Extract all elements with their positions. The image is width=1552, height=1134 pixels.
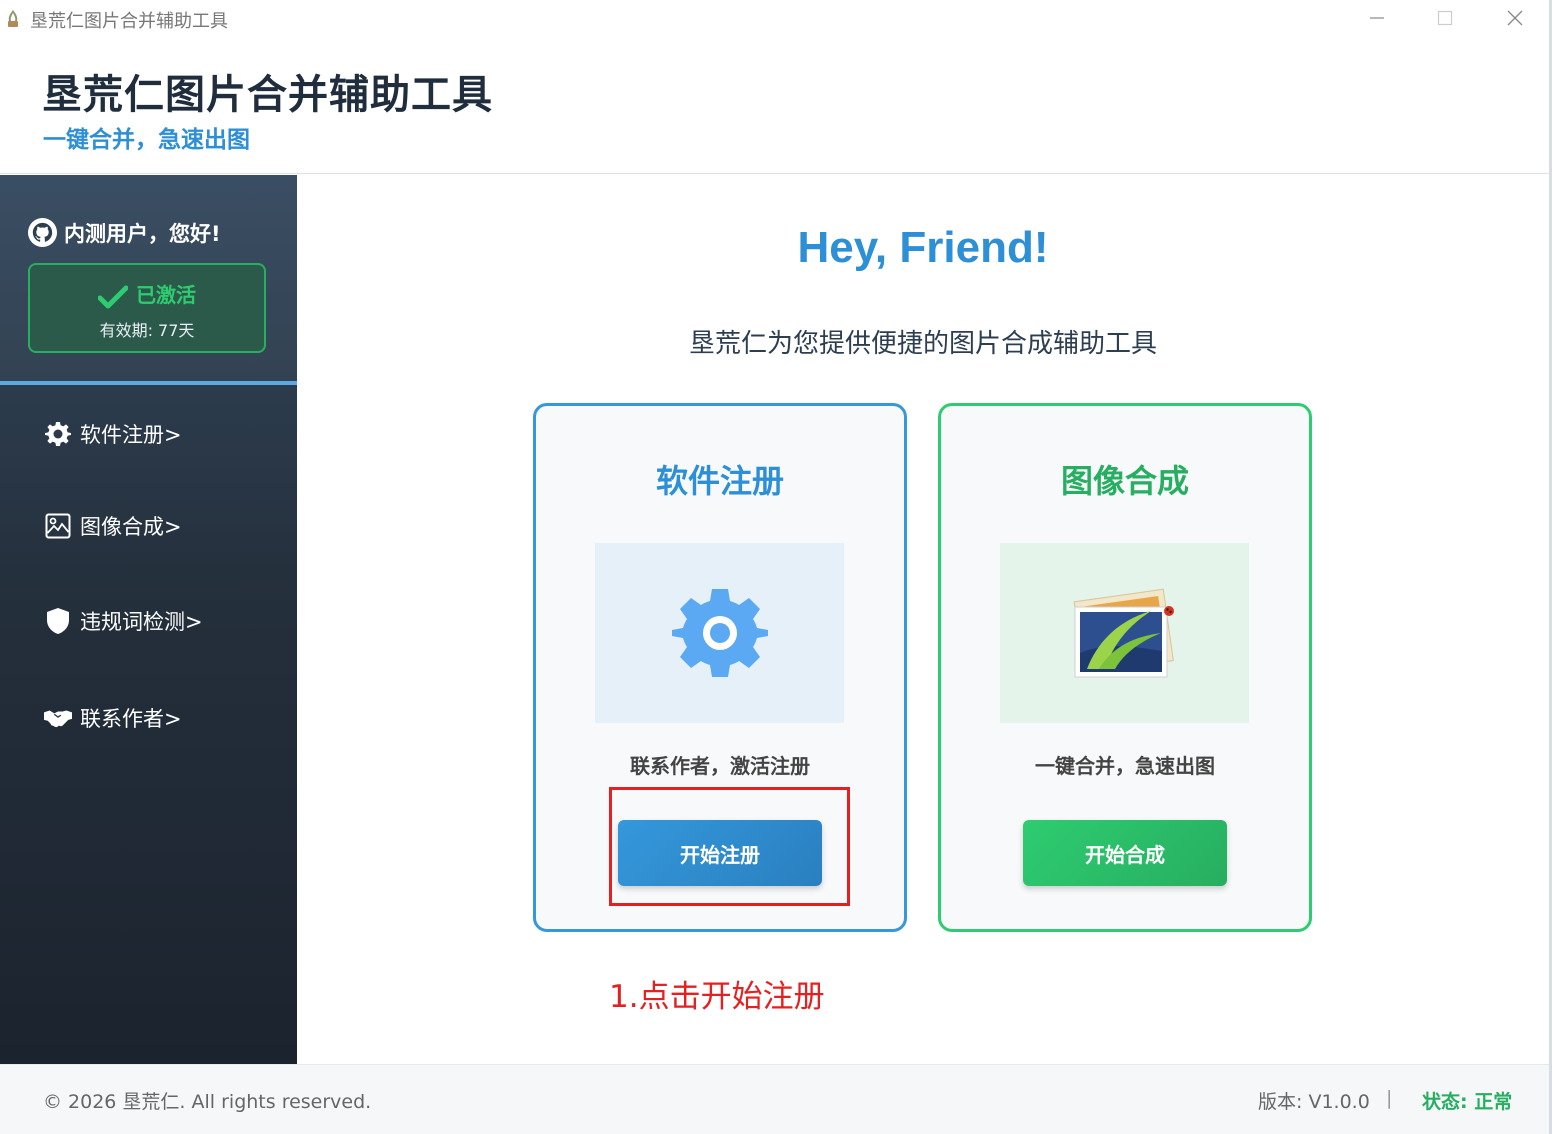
activation-validity: 有效期: 77天	[99, 321, 195, 340]
register-illustration	[595, 543, 844, 723]
footer-separator: |	[1386, 1087, 1393, 1109]
shield-icon	[44, 607, 72, 635]
close-button[interactable]	[1480, 0, 1550, 36]
image-merge-card-description: 一键合并，急速出图	[1035, 754, 1215, 778]
minimize-button[interactable]	[1342, 0, 1412, 36]
maximize-button[interactable]	[1410, 0, 1480, 36]
version-text: 版本: V1.0.0	[1258, 1091, 1370, 1113]
user-greeting: 内测用户，您好!	[64, 221, 221, 246]
image-merge-illustration	[1000, 543, 1249, 723]
image-merge-card: 图像合成 一键合并，急速出图 开始合成	[938, 403, 1312, 932]
app-slogan: 一键合并，急速出图	[43, 127, 250, 153]
window-title: 垦荒仁图片合并辅助工具	[30, 11, 228, 32]
sidebar-item-image-merge[interactable]: 图像合成>	[44, 511, 182, 541]
handshake-icon	[44, 704, 72, 732]
maximize-icon	[1437, 10, 1453, 26]
welcome-heading: Hey, Friend!	[797, 223, 1049, 272]
sidebar: 内测用户，您好! 已激活 有效期: 77天 软件注册> 图像合成> 违规词检测>…	[0, 175, 297, 1064]
welcome-subtitle: 垦荒仁为您提供便捷的图片合成辅助工具	[688, 329, 1157, 359]
sidebar-item-word-check[interactable]: 违规词检测>	[44, 606, 203, 636]
activation-status-card: 已激活 有效期: 77天	[28, 263, 266, 353]
gear-icon	[44, 420, 72, 448]
register-card-description: 联系作者，激活注册	[630, 754, 810, 778]
app-name: 垦荒仁图片合并辅助工具	[42, 72, 493, 118]
activation-status: 已激活	[30, 279, 264, 309]
register-card-title: 软件注册	[655, 462, 784, 500]
user-panel: 内测用户，您好! 已激活 有效期: 77天	[0, 175, 297, 385]
image-icon	[44, 512, 72, 540]
image-merge-card-title: 图像合成	[1060, 462, 1189, 500]
annotation-step-note: 1.点击开始注册	[609, 979, 825, 1015]
main-panel: Hey, Friend! 垦荒仁为您提供便捷的图片合成辅助工具 软件注册 联系作…	[297, 175, 1549, 1064]
photo-icon	[1073, 588, 1174, 678]
sidebar-item-label: 联系作者>	[80, 707, 182, 731]
github-icon	[27, 217, 58, 248]
activation-status-label: 已激活	[136, 283, 196, 307]
sidebar-item-register[interactable]: 软件注册>	[44, 419, 182, 449]
sidebar-item-label: 违规词检测>	[80, 610, 203, 634]
sidebar-item-contact[interactable]: 联系作者>	[44, 703, 182, 733]
minimize-icon	[1370, 17, 1384, 19]
annotation-highlight-box	[609, 787, 850, 906]
user-greeting-row: 内测用户，您好!	[27, 217, 221, 248]
sidebar-item-label: 软件注册>	[80, 423, 182, 447]
title-bar: 垦荒仁图片合并辅助工具	[0, 0, 1552, 36]
start-merge-button[interactable]: 开始合成	[1023, 820, 1227, 886]
app-header: 垦荒仁图片合并辅助工具 一键合并，急速出图	[0, 36, 1550, 174]
check-icon	[98, 285, 128, 308]
copyright-text: © 2026 垦荒仁. All rights reserved.	[43, 1091, 372, 1113]
sidebar-item-label: 图像合成>	[80, 515, 182, 539]
status-text: 状态: 正常	[1422, 1091, 1513, 1113]
status-footer: © 2026 垦荒仁. All rights reserved. 版本: V1.…	[0, 1064, 1549, 1134]
close-icon	[1507, 10, 1523, 26]
gear-icon	[671, 589, 768, 677]
app-logo-icon	[4, 8, 22, 28]
